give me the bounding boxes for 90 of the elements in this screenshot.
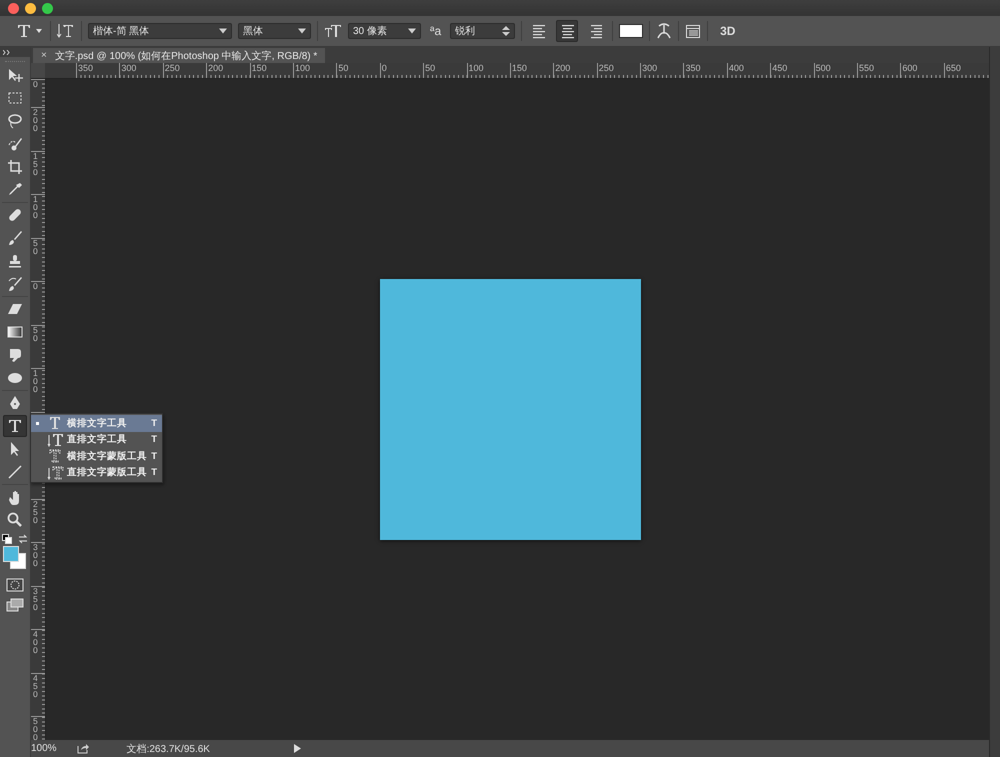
type-icon xyxy=(47,432,65,448)
type-mask-icon xyxy=(47,464,65,481)
warp-text-icon[interactable] xyxy=(656,22,672,40)
3d-mode-button[interactable]: 3D xyxy=(714,24,742,38)
ruler-label: 200 xyxy=(33,108,38,132)
caret-icon xyxy=(36,29,42,33)
zoom-window-button[interactable] xyxy=(42,2,53,14)
ruler-label: 650 xyxy=(944,63,988,78)
ruler-label: 300 xyxy=(640,63,684,78)
font-size-dropdown[interactable]: 30 像素 xyxy=(348,23,421,39)
text-color-swatch[interactable] xyxy=(619,24,644,38)
crop-icon xyxy=(7,158,23,174)
align-right-icon xyxy=(588,23,602,39)
ruler-label: 50 xyxy=(33,238,38,255)
gradient-icon xyxy=(7,324,23,340)
menu-item[interactable]: 横排文字工具 T xyxy=(31,415,162,432)
ruler-label: 350 xyxy=(33,586,38,611)
ruler-label: 50 xyxy=(423,63,467,78)
collapse-icon[interactable] xyxy=(3,50,11,54)
ruler-label: 450 xyxy=(33,674,38,698)
ruler-label: 50 xyxy=(336,63,380,78)
color-swatches-drawing[interactable] xyxy=(2,544,28,572)
ruler-label: 100 xyxy=(466,63,510,78)
brush-icon xyxy=(7,230,23,246)
swap-colors-icon[interactable] xyxy=(18,534,28,544)
antialias-dropdown[interactable]: 锐利 xyxy=(450,23,516,39)
font-style-dropdown[interactable]: 黑体 xyxy=(238,23,311,39)
ruler-label: 450 xyxy=(770,63,814,78)
line-icon xyxy=(7,464,23,480)
eyedropper-icon xyxy=(7,182,23,198)
quick-icon xyxy=(7,136,23,152)
ruler-label: 0 xyxy=(380,63,424,78)
document-size: 文档:263.7K/95.6K xyxy=(126,742,210,756)
default-colors-icon[interactable] xyxy=(2,534,12,544)
minimize-window-button[interactable] xyxy=(25,2,36,14)
type-tool-button[interactable] xyxy=(3,414,27,436)
type-icon xyxy=(16,23,32,39)
panels-icon[interactable] xyxy=(685,23,702,39)
ruler-label: 400 xyxy=(33,630,38,654)
ruler-label: 100 xyxy=(33,369,38,394)
ruler-label: 350 xyxy=(76,63,120,78)
history-icon xyxy=(7,276,23,292)
ruler-label: 150 xyxy=(510,63,554,78)
ruler-label: 600 xyxy=(900,63,944,78)
ruler-label: 300 xyxy=(119,63,163,78)
ruler-label: 100 xyxy=(33,195,38,220)
ruler-label: 100 xyxy=(292,63,336,78)
type-icon xyxy=(7,418,23,434)
share-icon[interactable] xyxy=(76,743,89,754)
ruler-label: 250 xyxy=(33,500,38,524)
ruler-label: 250 xyxy=(162,63,206,78)
screen-mode-icon[interactable] xyxy=(6,598,24,612)
ruler-label: 400 xyxy=(726,63,770,78)
move-icon xyxy=(7,66,23,82)
zoom-level[interactable]: 100% xyxy=(31,743,57,754)
document-tab[interactable]: × 文字.psd @ 100% (如何在Photoshop 中输入文字, RGB/8) * xyxy=(33,48,326,63)
menu-item[interactable]: 横排文字蒙版工具 T xyxy=(31,448,162,464)
antialias-icon: ªa xyxy=(427,24,444,38)
quick-mask-icon[interactable] xyxy=(6,578,24,592)
ruler-label: 200 xyxy=(553,63,597,78)
ruler-label: 150 xyxy=(250,63,293,78)
ruler-label: 500 xyxy=(814,63,858,78)
ruler-label: 300 xyxy=(33,543,38,568)
ruler-label: 0 xyxy=(33,282,38,290)
lasso-icon xyxy=(7,112,23,128)
ruler-label: 350 xyxy=(683,63,727,78)
text-orientation-icon[interactable] xyxy=(57,22,75,40)
ruler-label: 0 xyxy=(33,80,38,88)
menu-item[interactable]: 直排文字蒙版工具 T xyxy=(31,464,162,481)
document-title: 文字.psd @ 100% (如何在Photoshop 中输入文字, RGB/8) * xyxy=(54,50,318,62)
close-window-button[interactable] xyxy=(8,2,19,14)
align-left-icon xyxy=(532,23,546,39)
ruler-label: 250 xyxy=(596,63,640,78)
stamp-icon xyxy=(7,252,23,268)
ruler-label: 500 xyxy=(33,717,38,742)
font-family-dropdown[interactable]: 楷体-简 黑体 xyxy=(88,23,232,39)
align-center-button[interactable] xyxy=(556,20,578,42)
ruler-label: 550 xyxy=(857,63,900,78)
pen-icon xyxy=(7,394,23,410)
marquee-icon xyxy=(7,90,23,106)
ruler-label: 50 xyxy=(33,326,38,342)
close-tab-button[interactable]: × xyxy=(41,50,47,61)
menu-item[interactable]: 直排文字工具 T xyxy=(31,432,162,448)
font-size-icon xyxy=(324,22,342,40)
ruler-label: 150 xyxy=(33,152,38,176)
ruler-label: 200 xyxy=(206,63,250,78)
smudge-icon xyxy=(7,346,23,362)
status-menu-icon[interactable] xyxy=(294,744,301,753)
align-center-icon xyxy=(560,23,574,39)
zoom-icon xyxy=(7,512,23,528)
